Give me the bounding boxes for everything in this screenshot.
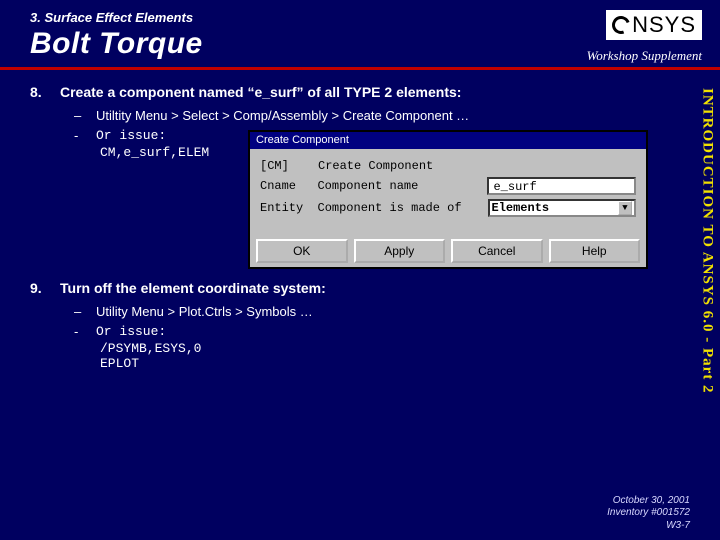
create-component-dialog: Create Component [CM] Create Component C… <box>248 130 648 269</box>
dlg-text-cname: Component name <box>317 179 477 193</box>
dlg-text-entity: Component is made of <box>318 201 478 215</box>
slide-header: 3. Surface Effect Elements Bolt Torque N… <box>0 0 720 70</box>
section-label: 3. Surface Effect Elements <box>30 10 702 25</box>
supplement-label: Workshop Supplement <box>587 48 702 64</box>
command-text: EPLOT <box>100 356 684 371</box>
component-name-input[interactable]: e_surf <box>487 177 636 195</box>
side-course-label: INTRODUCTION TO ANSYS 6.0 - Part 2 <box>694 88 720 488</box>
step-text: Create a component named “e_surf” of all… <box>60 84 461 100</box>
dash-icon: – <box>74 106 84 126</box>
dlg-code-cname: Cname <box>260 179 307 193</box>
ansys-logo-text: NSYS <box>632 12 696 38</box>
step-sub: - Or issue: <box>74 322 684 342</box>
slide-footer: October 30, 2001 Inventory #001572 W3-7 <box>607 495 690 533</box>
help-button[interactable]: Help <box>549 239 641 263</box>
ansys-logo: NSYS <box>606 10 702 40</box>
entity-select[interactable]: Elements ▼ <box>488 199 637 217</box>
step-sub: – Utility Menu > Plot.Ctrls > Symbols … <box>74 302 684 322</box>
dash-icon: - <box>74 322 84 342</box>
dash-icon: – <box>74 302 84 322</box>
footer-inventory: Inventory #001572 <box>607 507 690 520</box>
cancel-button[interactable]: Cancel <box>451 239 543 263</box>
dlg-code-entity: Entity <box>260 201 308 215</box>
apply-button[interactable]: Apply <box>354 239 446 263</box>
step-9: 9. Turn off the element coordinate syste… <box>30 280 684 371</box>
dlg-code-cm: [CM] <box>260 159 308 173</box>
step-number: 8. <box>30 84 46 100</box>
menu-path-text: Utility Menu > Plot.Ctrls > Symbols … <box>96 302 313 322</box>
step-sub: – Utiltity Menu > Select > Comp/Assembly… <box>74 106 684 126</box>
entity-select-value: Elements <box>492 201 550 215</box>
side-course-text: INTRODUCTION TO ANSYS 6.0 - Part 2 <box>699 88 716 394</box>
dialog-title-text: Create Component <box>256 134 349 146</box>
footer-page: W3-7 <box>607 520 690 533</box>
menu-path-text: Utiltity Menu > Select > Comp/Assembly >… <box>96 106 469 126</box>
ansys-swirl-icon <box>609 13 633 37</box>
step-number: 9. <box>30 280 46 296</box>
or-issue-label: Or issue: <box>96 126 166 146</box>
ok-button[interactable]: OK <box>256 239 348 263</box>
dlg-text-create: Create Component <box>318 159 433 173</box>
chevron-down-icon[interactable]: ▼ <box>618 201 632 215</box>
footer-date: October 30, 2001 <box>607 495 690 508</box>
or-issue-label: Or issue: <box>96 322 166 342</box>
dash-icon: - <box>74 126 84 146</box>
step-text: Turn off the element coordinate system: <box>60 280 326 296</box>
dialog-titlebar: Create Component <box>250 132 646 149</box>
command-text: /PSYMB,ESYS,0 <box>100 341 684 356</box>
